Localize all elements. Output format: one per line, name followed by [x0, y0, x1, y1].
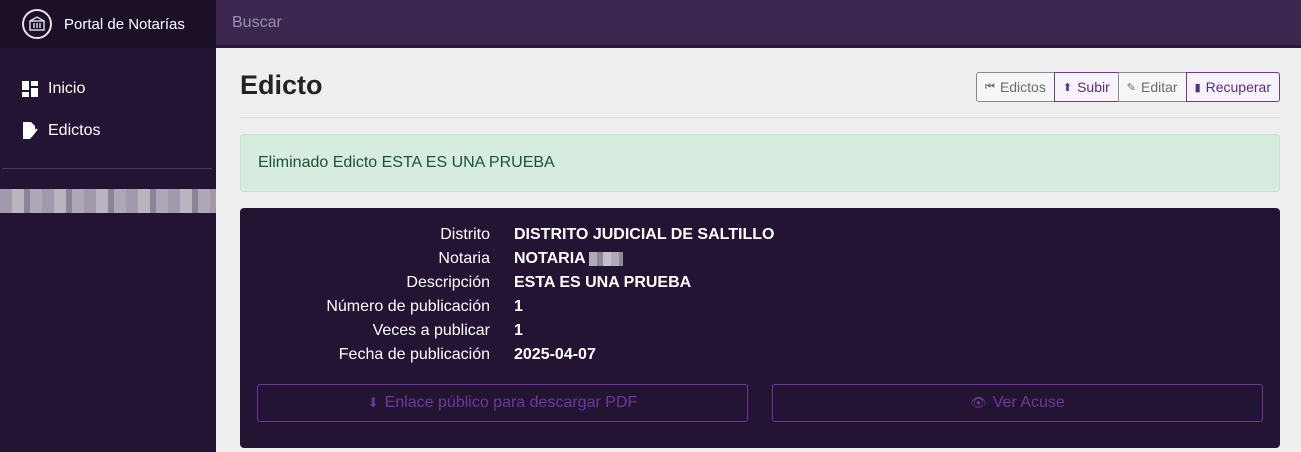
detail-label-distrito: Distrito: [440, 226, 490, 243]
button-label: Enlace público para descargar PDF: [384, 394, 638, 411]
success-alert: Eliminado Edicto ESTA ES UNA PRUEBA: [240, 134, 1280, 192]
download-icon: ⬇: [367, 395, 379, 410]
sidebar: Portal de Notarías Inicio Edictos: [0, 0, 216, 452]
pencil-icon: ✎: [1126, 81, 1136, 94]
edicto-detail-card: Distrito DISTRITO JUDICIAL DE SALTILLO N…: [240, 208, 1280, 448]
sidebar-item-label: Edictos: [48, 122, 101, 139]
subir-button[interactable]: ⬆ Subir: [1053, 72, 1119, 102]
dashboard-icon: [20, 79, 40, 99]
search-input[interactable]: [232, 13, 632, 32]
detail-label-descripcion: Descripción: [406, 274, 490, 291]
ver-acuse-button[interactable]: 👁 Ver Acuse: [772, 384, 1263, 422]
redacted-user-info: [0, 189, 216, 213]
sidebar-item-inicio[interactable]: Inicio: [0, 68, 216, 110]
detail-label-numero: Número de publicación: [326, 298, 490, 315]
redacted-number: [588, 252, 623, 266]
detail-label-fecha: Fecha de publicación: [338, 346, 490, 363]
sidebar-item-edictos[interactable]: Edictos: [0, 110, 216, 152]
brand-title: Portal de Notarías: [64, 15, 185, 33]
seal-icon: [22, 9, 52, 39]
edictos-back-button[interactable]: ⏮ Edictos: [976, 72, 1055, 102]
page-header: Edicto ⏮ Edictos ⬆ Subir ✎ Editar ▮ Recu…: [240, 48, 1280, 118]
sidebar-nav: Inicio Edictos: [0, 48, 216, 152]
detail-label-veces: Veces a publicar: [372, 322, 490, 339]
sidebar-item-label: Inicio: [48, 80, 86, 97]
detail-value-fecha: 2025-04-07: [514, 346, 596, 363]
editar-button[interactable]: ✎ Editar: [1117, 72, 1187, 102]
detail-label-notaria: Notaria: [438, 250, 490, 267]
detail-value-descripcion: ESTA ES UNA PRUEBA: [514, 274, 692, 291]
page-title: Edicto: [240, 70, 323, 100]
detail-value-notaria: NOTARIA: [514, 250, 1263, 268]
main-content: Edicto ⏮ Edictos ⬆ Subir ✎ Editar ▮ Recu…: [240, 48, 1280, 448]
notaria-text: NOTARIA: [514, 250, 586, 267]
button-label: Edictos: [999, 79, 1046, 95]
upload-icon: ⬆: [1062, 81, 1073, 94]
button-label: Subir: [1077, 79, 1110, 95]
detail-list: Distrito DISTRITO JUDICIAL DE SALTILLO N…: [257, 226, 1263, 364]
toolbar: ⏮ Edictos ⬆ Subir ✎ Editar ▮ Recuperar: [976, 72, 1280, 102]
recuperar-button[interactable]: ▮ Recuperar: [1185, 72, 1280, 102]
button-label: Ver Acuse: [992, 394, 1065, 411]
detail-value-distrito: DISTRITO JUDICIAL DE SALTILLO: [514, 226, 775, 243]
document-edit-icon: [20, 121, 40, 141]
download-pdf-button[interactable]: ⬇ Enlace público para descargar PDF: [257, 384, 748, 422]
backward-icon: ⏮: [985, 80, 995, 93]
sidebar-divider: [2, 168, 212, 169]
button-label: Recuperar: [1205, 79, 1271, 95]
card-actions: ⬇ Enlace público para descargar PDF 👁 Ve…: [257, 384, 1263, 422]
brand[interactable]: Portal de Notarías: [0, 0, 216, 48]
eye-icon: 👁: [970, 395, 987, 410]
document-restore-icon: ▮: [1194, 81, 1201, 94]
button-label: Editar: [1140, 79, 1178, 95]
detail-value-veces: 1: [514, 322, 523, 339]
detail-value-numero: 1: [514, 298, 523, 315]
topbar: [216, 0, 1301, 48]
